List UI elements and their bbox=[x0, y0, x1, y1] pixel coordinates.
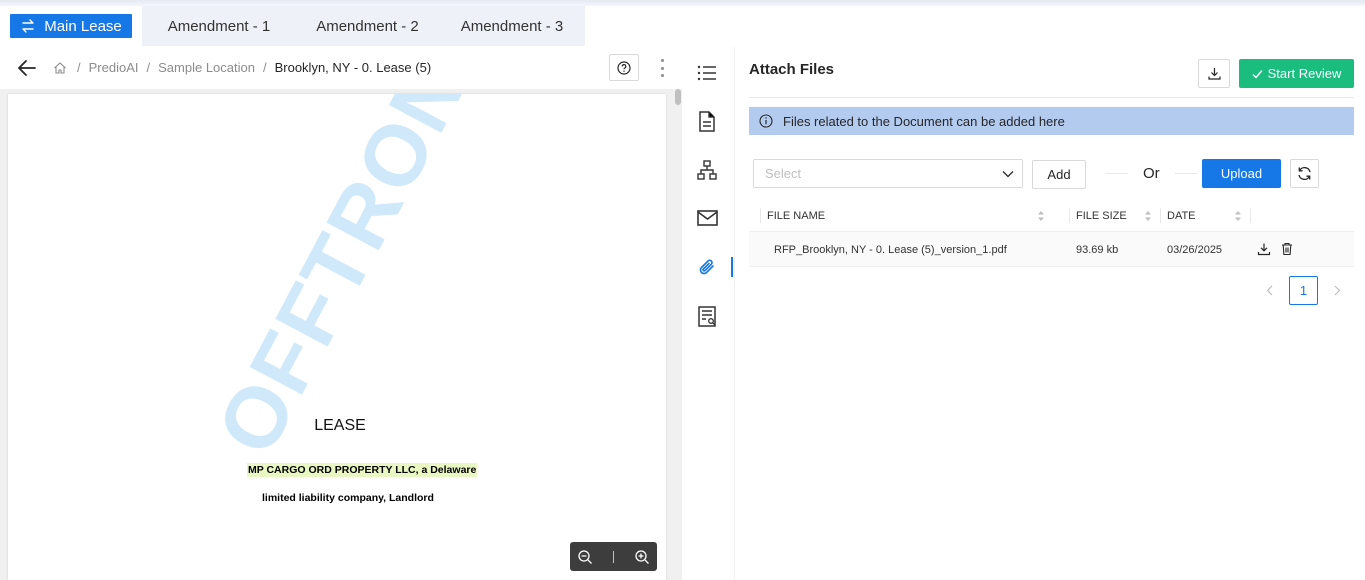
breadcrumb-separator: / bbox=[146, 60, 151, 75]
tab-amendment-2[interactable]: Amendment - 2 bbox=[296, 6, 439, 46]
column-header-date[interactable]: DATE bbox=[1160, 200, 1247, 231]
column-header-file-name[interactable]: FILE NAME bbox=[760, 200, 1057, 231]
document-line: limited liability company, Landlord bbox=[262, 492, 434, 504]
zoom-out-icon[interactable] bbox=[577, 549, 593, 565]
panel-divider bbox=[749, 97, 1354, 98]
rail-active-indicator bbox=[731, 257, 733, 277]
back-arrow-icon[interactable] bbox=[17, 59, 37, 77]
breadcrumb-separator: / bbox=[262, 60, 267, 75]
breadcrumb-item-location[interactable]: Sample Location bbox=[158, 60, 255, 75]
download-all-button[interactable] bbox=[1198, 59, 1230, 88]
more-options-icon[interactable] bbox=[656, 58, 668, 78]
chevron-down-icon bbox=[1002, 170, 1014, 177]
date-cell: 03/26/2025 bbox=[1167, 244, 1223, 256]
column-label: FILE NAME bbox=[767, 209, 826, 222]
file-select[interactable]: Select bbox=[753, 159, 1023, 188]
tab-amendment-1-label: Amendment - 1 bbox=[167, 17, 271, 35]
sort-icon[interactable] bbox=[1144, 210, 1152, 222]
breadcrumb-bar: / PredioAI / Sample Location / Brooklyn,… bbox=[0, 47, 682, 89]
tab-amendment-1[interactable]: Amendment - 1 bbox=[142, 6, 296, 46]
file-size-cell: 93.69 kb bbox=[1076, 244, 1119, 256]
tab-amendment-3-label: Amendment - 3 bbox=[460, 17, 564, 35]
sort-icon[interactable] bbox=[1037, 210, 1045, 222]
column-header-actions bbox=[1250, 200, 1350, 231]
attachment-icon[interactable] bbox=[696, 256, 718, 278]
files-table: FILE NAME FILE SIZE DATE RFP_Brooklyn, N… bbox=[749, 200, 1354, 267]
help-button[interactable] bbox=[609, 54, 639, 81]
tab-main-lease[interactable]: Main Lease bbox=[0, 6, 142, 46]
column-divider bbox=[1250, 208, 1251, 223]
add-button[interactable]: Add bbox=[1032, 160, 1086, 189]
download-icon bbox=[1207, 68, 1221, 80]
document-icon[interactable] bbox=[696, 110, 718, 132]
table-header: FILE NAME FILE SIZE DATE bbox=[749, 200, 1354, 231]
next-page-button[interactable] bbox=[1323, 276, 1352, 305]
breadcrumb: / PredioAI / Sample Location / Brooklyn,… bbox=[53, 60, 431, 75]
zoom-controls bbox=[570, 542, 657, 571]
or-divider-right bbox=[1175, 173, 1197, 174]
start-review-button[interactable]: Start Review bbox=[1239, 59, 1354, 88]
scrollbar-thumb[interactable] bbox=[675, 89, 681, 105]
prev-page-button[interactable] bbox=[1255, 276, 1284, 305]
tab-amendment-2-label: Amendment - 2 bbox=[316, 17, 419, 35]
refresh-button[interactable] bbox=[1290, 159, 1319, 188]
tool-rail bbox=[682, 47, 735, 580]
list-icon[interactable] bbox=[696, 62, 718, 84]
column-label: DATE bbox=[1167, 209, 1196, 222]
info-icon bbox=[759, 114, 773, 128]
document-viewer: OFFTRON LEASE MP CARGO ORD PROPERTY LLC,… bbox=[0, 89, 682, 580]
viewer-scrollbar[interactable] bbox=[675, 89, 682, 580]
question-icon bbox=[617, 60, 631, 75]
document-title: LEASE bbox=[314, 417, 366, 434]
zoom-in-icon[interactable] bbox=[634, 549, 650, 565]
breadcrumb-item-predioai[interactable]: PredioAI bbox=[89, 60, 139, 75]
mail-icon[interactable] bbox=[696, 207, 718, 229]
hierarchy-icon[interactable] bbox=[696, 159, 718, 181]
watermark: OFFTRON bbox=[198, 94, 486, 470]
tab-main-lease-pill: Main Lease bbox=[10, 14, 132, 38]
report-icon[interactable] bbox=[696, 305, 718, 327]
info-banner: Files related to the Document can be add… bbox=[749, 107, 1354, 135]
column-label: FILE SIZE bbox=[1076, 209, 1127, 222]
column-divider bbox=[760, 208, 761, 223]
download-icon[interactable] bbox=[1257, 242, 1271, 256]
file-select-placeholder: Select bbox=[765, 166, 802, 181]
panel-title: Attach Files bbox=[749, 61, 835, 78]
home-icon[interactable] bbox=[53, 61, 67, 75]
document-line-highlighted[interactable]: MP CARGO ORD PROPERTY LLC, a Delaware bbox=[247, 463, 478, 477]
zoom-divider bbox=[613, 550, 614, 563]
chevron-right-icon bbox=[1334, 285, 1341, 296]
or-divider-left bbox=[1106, 173, 1128, 174]
check-icon bbox=[1252, 69, 1263, 79]
refresh-icon bbox=[1298, 166, 1311, 181]
pagination: 1 bbox=[1255, 276, 1352, 305]
attach-files-panel: Attach Files Start Review Files related … bbox=[735, 47, 1365, 580]
swap-arrows-icon bbox=[22, 19, 34, 33]
tab-main-lease-label: Main Lease bbox=[44, 17, 122, 35]
file-name-cell[interactable]: RFP_Brooklyn, NY - 0. Lease (5)_version_… bbox=[774, 244, 1007, 256]
tab-amendment-3[interactable]: Amendment - 3 bbox=[439, 6, 585, 46]
document-page: OFFTRON LEASE MP CARGO ORD PROPERTY LLC,… bbox=[8, 94, 666, 580]
column-divider bbox=[1160, 208, 1161, 223]
delete-icon[interactable] bbox=[1280, 242, 1294, 256]
breadcrumb-separator: / bbox=[77, 60, 81, 75]
or-label: Or bbox=[1143, 165, 1160, 182]
breadcrumb-item-current: Brooklyn, NY - 0. Lease (5) bbox=[274, 60, 432, 75]
document-tabs: Main Lease Amendment - 1 Amendment - 2 A… bbox=[0, 6, 585, 46]
upload-button[interactable]: Upload bbox=[1202, 159, 1281, 188]
column-header-file-size[interactable]: FILE SIZE bbox=[1069, 200, 1166, 231]
start-review-label: Start Review bbox=[1267, 66, 1342, 81]
table-row[interactable]: RFP_Brooklyn, NY - 0. Lease (5)_version_… bbox=[749, 231, 1354, 267]
page-number-current[interactable]: 1 bbox=[1289, 276, 1318, 305]
column-divider bbox=[1069, 208, 1070, 223]
info-text: Files related to the Document can be add… bbox=[783, 113, 1065, 129]
chevron-left-icon bbox=[1266, 285, 1273, 296]
sort-icon[interactable] bbox=[1234, 210, 1242, 222]
